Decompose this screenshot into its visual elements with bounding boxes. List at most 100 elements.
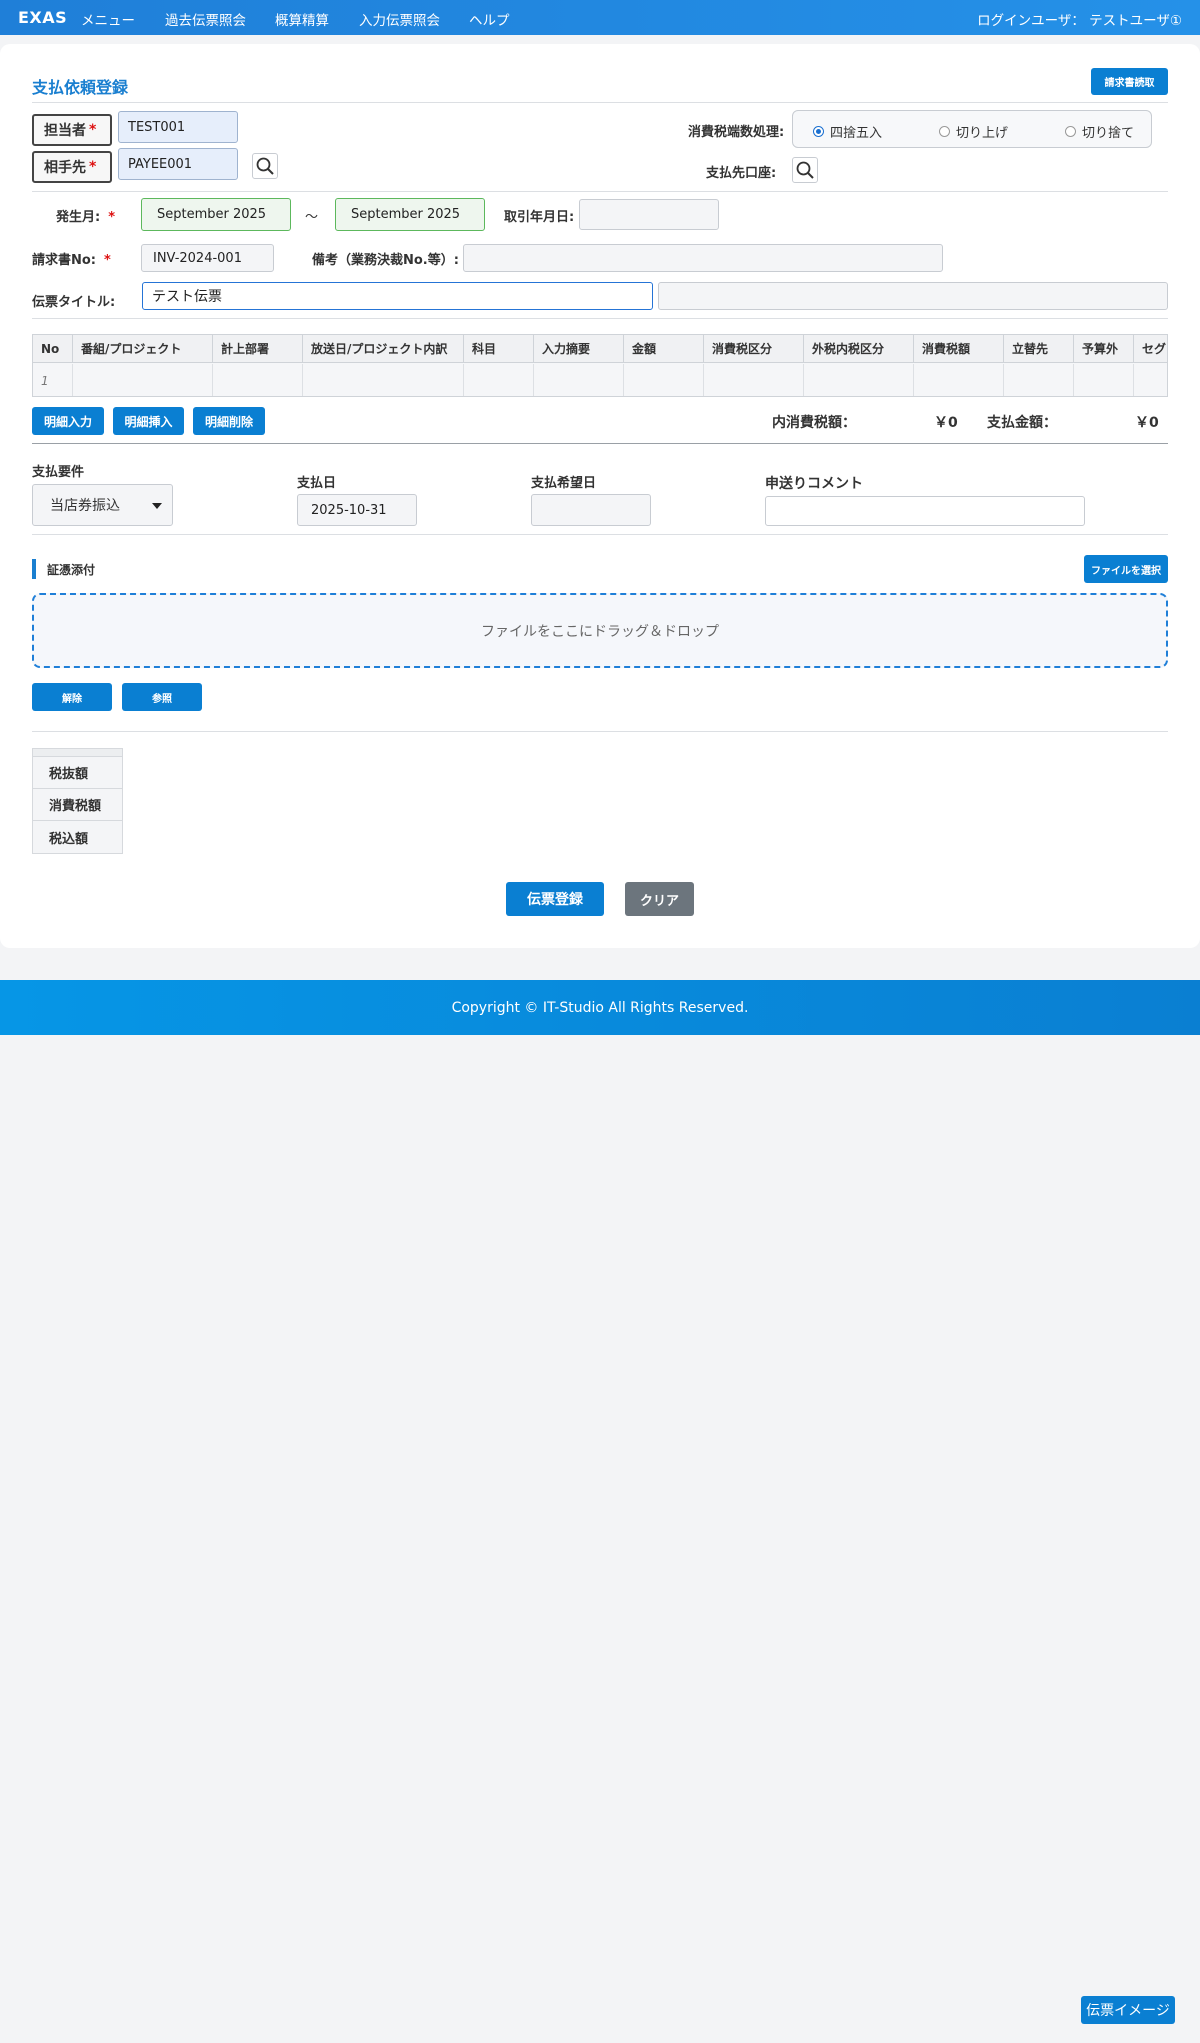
nav-input-voucher[interactable]: 入力伝票照会: [359, 9, 440, 29]
divider: [32, 731, 1168, 732]
top-navbar: EXAS メニュー 過去伝票照会 概算精算 入力伝票照会 ヘルプ ログインユーザ…: [0, 0, 1200, 35]
choose-file-button[interactable]: ファイルを選択: [1084, 555, 1168, 583]
table-cell[interactable]: [1074, 364, 1134, 396]
column-header: No: [33, 335, 73, 363]
inner-tax-label: 内消費税額：: [772, 415, 856, 431]
radio-checked-icon: [813, 126, 824, 137]
detail-delete-button[interactable]: 明細削除: [193, 407, 265, 435]
detach-button[interactable]: 解除: [32, 683, 112, 711]
attachment-section-title: 証憑添付: [47, 563, 96, 577]
radio-unchecked-icon: [939, 126, 950, 137]
radio-label: 四捨五入: [830, 126, 883, 141]
nav-estimate[interactable]: 概算精算: [275, 9, 329, 29]
partner-label: 相手先: [44, 160, 86, 176]
comment-input[interactable]: [765, 496, 1085, 526]
partner-label-box: 相手先 *: [32, 151, 112, 183]
tax-rounding-group: 四捨五入 切り上げ 切り捨て: [792, 110, 1152, 148]
payment-condition-select[interactable]: 当店券振込: [32, 484, 173, 526]
divider: [32, 191, 1168, 192]
clear-button[interactable]: クリア: [625, 882, 694, 916]
staff-label-box: 担当者 *: [32, 114, 112, 146]
table-cell[interactable]: [464, 364, 534, 396]
occurrence-label-text: 発生月:: [56, 210, 101, 225]
drop-zone-text: ファイルをここにドラッグ＆ドロップ: [481, 623, 719, 640]
invoice-read-button[interactable]: 請求書読取: [1091, 68, 1168, 95]
invoice-no-label-text: 請求書No:: [32, 253, 97, 268]
nav-help[interactable]: ヘルプ: [469, 9, 510, 29]
brand-logo[interactable]: EXAS: [18, 8, 67, 27]
invoice-no-label: 請求書No: *: [32, 249, 111, 268]
voucher-image-button[interactable]: 伝票イメージ: [1081, 1996, 1175, 2024]
invoice-no-input[interactable]: INV-2024-001: [141, 244, 274, 272]
table-cell[interactable]: [73, 364, 213, 396]
table-cell[interactable]: [704, 364, 804, 396]
column-header: 立替先: [1004, 335, 1074, 363]
page-title: 支払依頼登録: [32, 78, 129, 97]
column-header: 消費税区分: [704, 335, 804, 363]
column-header: 科目: [464, 335, 534, 363]
column-header: 消費税額: [914, 335, 1004, 363]
staff-input[interactable]: TEST001: [118, 111, 238, 143]
table-cell[interactable]: [213, 364, 303, 396]
column-header: 番組/プロジェクト: [73, 335, 213, 363]
view-button[interactable]: 参照: [122, 683, 202, 711]
file-drop-zone[interactable]: ファイルをここにドラッグ＆ドロップ: [32, 593, 1168, 668]
payment-condition-value: 当店券振込: [50, 498, 120, 514]
occurrence-to-input[interactable]: September 2025: [335, 198, 485, 231]
table-cell[interactable]: [1134, 364, 1167, 396]
summary-table: 税抜額 消費税額 税込額: [32, 748, 123, 854]
table-cell[interactable]: [624, 364, 704, 396]
voucher-title-label: 伝票タイトル:: [32, 295, 116, 310]
required-mark: *: [89, 159, 97, 175]
table-cell[interactable]: [303, 364, 464, 396]
column-header: セグ: [1134, 335, 1167, 363]
payee-account-search-button[interactable]: [792, 157, 818, 183]
column-header: 計上部署: [213, 335, 303, 363]
trade-date-input[interactable]: [579, 199, 719, 230]
payment-date-input[interactable]: 2025-10-31: [297, 494, 417, 526]
partner-search-button[interactable]: [252, 153, 278, 179]
detail-insert-button[interactable]: 明細挿入: [113, 407, 184, 435]
occurrence-from-input[interactable]: September 2025: [141, 198, 291, 231]
nav-menu[interactable]: メニュー: [81, 9, 135, 29]
radio-label: 切り捨て: [1082, 126, 1135, 141]
divider: [32, 102, 1168, 103]
summary-row-pretax: 税抜額: [33, 757, 122, 789]
register-voucher-button[interactable]: 伝票登録: [506, 882, 604, 916]
detail-input-button[interactable]: 明細入力: [32, 407, 104, 435]
remarks-label: 備考（業務決裁No.等）:: [312, 253, 459, 268]
voucher-title-input[interactable]: テスト伝票: [142, 282, 653, 310]
table-cell[interactable]: [914, 364, 1004, 396]
login-user: ログインユーザ： テストユーザ①: [977, 13, 1182, 29]
detail-table: No 番組/プロジェクト 計上部署 放送日/プロジェクト内訳 科目 入力摘要 金…: [32, 334, 1168, 397]
remarks-input[interactable]: [463, 244, 943, 272]
radio-round-up[interactable]: 切り上げ: [939, 122, 1008, 141]
nav-past-voucher[interactable]: 過去伝票照会: [165, 9, 246, 29]
radio-label: 切り上げ: [956, 126, 1009, 141]
trade-date-label: 取引年月日:: [504, 210, 575, 225]
section-accent-bar: [32, 559, 36, 579]
summary-row-total: 税込額: [33, 821, 122, 853]
partner-input[interactable]: PAYEE001: [118, 148, 238, 180]
radio-round-half[interactable]: 四捨五入: [813, 122, 882, 141]
search-icon: [796, 161, 814, 179]
required-mark: *: [104, 253, 111, 268]
divider: [32, 534, 1168, 535]
table-cell[interactable]: [804, 364, 914, 396]
payment-amount-label: 支払金額：: [987, 415, 1057, 431]
tax-rounding-label: 消費税端数処理:: [688, 125, 785, 140]
column-header: 放送日/プロジェクト内訳: [303, 335, 464, 363]
column-header: 予算外: [1074, 335, 1134, 363]
search-icon: [256, 157, 274, 175]
desired-date-label: 支払希望日: [531, 476, 597, 491]
radio-round-down[interactable]: 切り捨て: [1065, 122, 1134, 141]
payment-condition-label: 支払要件: [32, 465, 85, 480]
voucher-title-extra-input[interactable]: [658, 282, 1168, 310]
radio-unchecked-icon: [1065, 126, 1076, 137]
summary-header: [33, 749, 122, 757]
table-cell[interactable]: [534, 364, 624, 396]
desired-date-input[interactable]: [531, 494, 651, 526]
table-cell[interactable]: [1004, 364, 1074, 396]
payee-account-label: 支払先口座:: [706, 166, 777, 181]
comment-label: 申送りコメント: [765, 476, 863, 492]
